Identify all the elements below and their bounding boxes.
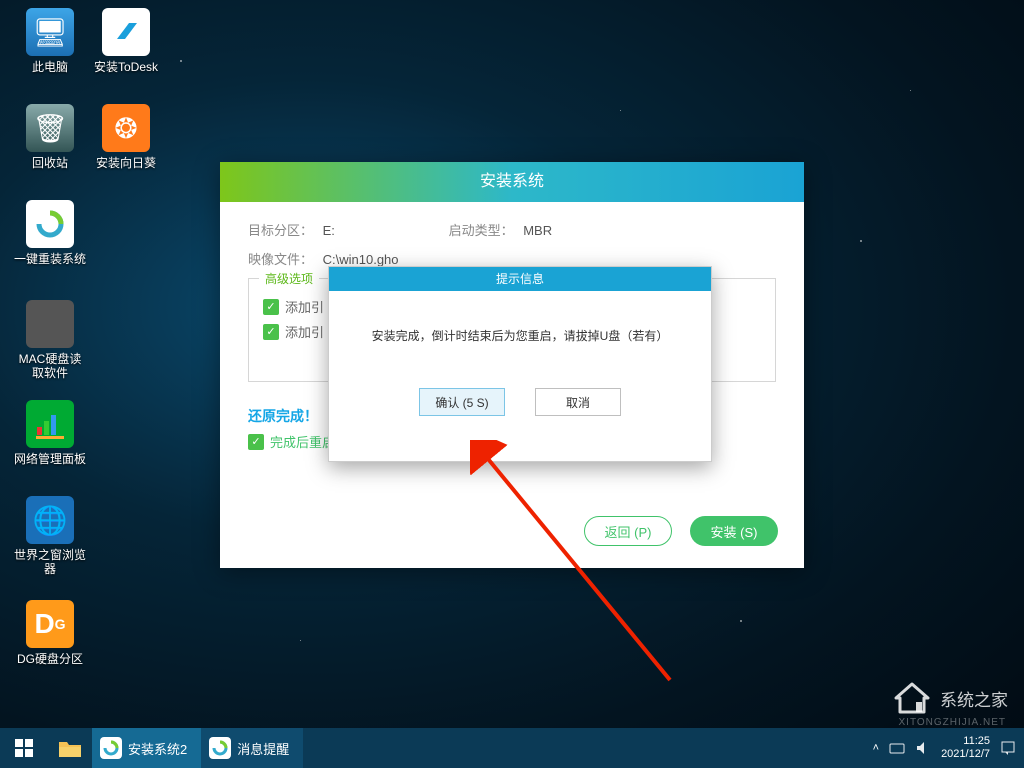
desktop-icon-mac-disk[interactable]: MAC硬盘读 取软件 (14, 300, 86, 380)
reinstall-icon (26, 200, 74, 248)
desktop-icon-diskgenius[interactable]: DG DG硬盘分区 (14, 600, 86, 666)
watermark: 系统之家 (892, 678, 1008, 718)
cancel-button[interactable]: 取消 (535, 388, 621, 416)
apple-icon (26, 300, 74, 348)
icon-label: MAC硬盘读 取软件 (14, 352, 86, 380)
icon-label: 安装ToDesk (90, 60, 162, 74)
watermark-text: 系统之家 (940, 686, 1008, 711)
checkbox-label: 添加引 (285, 322, 324, 341)
todesk-icon (102, 8, 150, 56)
bin-icon: 🗑 (26, 104, 74, 152)
sunflower-icon: ❂ (102, 104, 150, 152)
keyboard-icon[interactable] (889, 740, 905, 756)
check-icon: ✓ (263, 299, 279, 315)
desktop-icon-this-pc[interactable]: 🖥 此电脑 (14, 8, 86, 74)
volume-icon[interactable] (915, 740, 931, 756)
network-icon (26, 400, 74, 448)
install-button[interactable]: 安装 (S) (690, 516, 778, 546)
windows-icon (15, 739, 33, 757)
taskbar-item-notify[interactable]: 消息提醒 (201, 728, 303, 768)
advanced-legend: 高级选项 (259, 270, 319, 287)
house-icon (892, 678, 932, 718)
desktop-icon-todesk[interactable]: 安装ToDesk (90, 8, 162, 74)
taskbar-item-label: 消息提醒 (237, 739, 289, 758)
desktop-icon-network-panel[interactable]: 网络管理面板 (14, 400, 86, 466)
clock-date: 2021/12/7 (941, 748, 990, 761)
boot-type-label: 启动类型： (449, 223, 514, 238)
taskbar-item-installer[interactable]: 安装系统2 (92, 728, 201, 768)
icon-label: 回收站 (14, 156, 86, 170)
icon-label: DG硬盘分区 (14, 652, 86, 666)
tray-chevron-icon[interactable]: ˄ (873, 742, 879, 754)
checkbox-label: 添加引 (285, 297, 324, 316)
icon-label: 安装向日葵 (90, 156, 162, 170)
image-file-value: C:\win10.gho (323, 252, 399, 267)
installer-title: 安装系统 (480, 173, 544, 190)
dialog-title: 提示信息 (496, 272, 544, 286)
desktop-icon-sunflower[interactable]: ❂ 安装向日葵 (90, 104, 162, 170)
prompt-dialog: 提示信息 安装完成，倒计时结束后为您重启，请拔掉U盘（若有） 确认 (5 S) … (328, 266, 712, 462)
globe-icon: 🌐 (26, 496, 74, 544)
back-button[interactable]: 返回 (P) (584, 516, 672, 546)
target-partition-value: E: (323, 223, 335, 238)
app-icon (100, 737, 122, 759)
taskbar-item-label: 安装系统2 (128, 739, 187, 758)
file-explorer-button[interactable] (48, 738, 92, 758)
monitor-icon: 🖥 (26, 8, 74, 56)
check-icon: ✓ (263, 324, 279, 340)
desktop-icon-recycle-bin[interactable]: 🗑 回收站 (14, 104, 86, 170)
taskbar-clock[interactable]: 11:25 2021/12/7 (941, 735, 990, 761)
image-file-label: 映像文件： (248, 252, 313, 267)
icon-label: 网络管理面板 (14, 452, 86, 466)
start-button[interactable] (0, 728, 48, 768)
target-partition-label: 目标分区： (248, 223, 313, 238)
clock-time: 11:25 (941, 735, 990, 748)
icon-label: 此电脑 (14, 60, 86, 74)
taskbar: 安装系统2 消息提醒 ˄ 11:25 2021/12/7 (0, 728, 1024, 768)
dg-icon: DG (26, 600, 74, 648)
confirm-button[interactable]: 确认 (5 S) (419, 388, 505, 416)
dialog-message: 安装完成，倒计时结束后为您重启，请拔掉U盘（若有） (349, 327, 691, 344)
dialog-titlebar[interactable]: 提示信息 (329, 267, 711, 291)
installer-titlebar[interactable]: 安装系统 (220, 162, 804, 202)
icon-label: 世界之窗浏览 器 (14, 548, 86, 576)
notification-icon[interactable] (1000, 740, 1016, 756)
desktop-icon-browser[interactable]: 🌐 世界之窗浏览 器 (14, 496, 86, 576)
icon-label: 一键重装系统 (14, 252, 86, 266)
watermark-sub: XITONGZHIJIA.NET (899, 717, 1007, 728)
check-icon: ✓ (248, 434, 264, 450)
folder-icon (58, 738, 82, 758)
desktop-icon-reinstall[interactable]: 一键重装系统 (14, 200, 86, 266)
system-tray: ˄ 11:25 2021/12/7 (865, 735, 1024, 761)
app-icon (209, 737, 231, 759)
boot-type-value: MBR (523, 223, 552, 238)
